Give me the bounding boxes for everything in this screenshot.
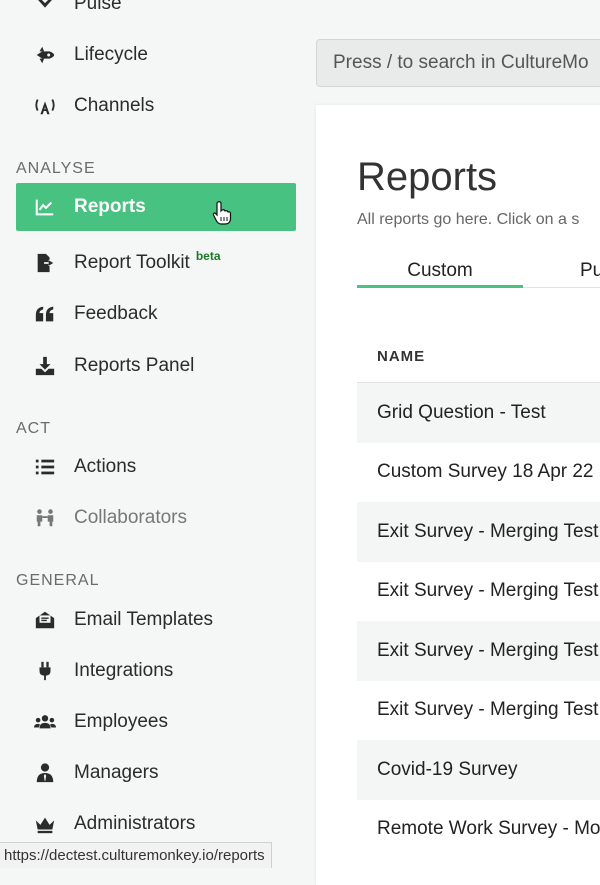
table-row[interactable]: Custom Survey 18 Apr 22 bbox=[357, 442, 600, 502]
plug-icon bbox=[32, 660, 58, 682]
tab-custom[interactable]: Custom bbox=[357, 260, 523, 282]
sidebar-item-reports[interactable]: Reports bbox=[16, 183, 296, 231]
sidebar-item-label: Report Toolkit bbox=[74, 252, 190, 273]
sidebar-item-label: Channels bbox=[74, 95, 155, 116]
table-row[interactable]: Remote Work Survey - Mo bbox=[357, 799, 600, 859]
broadcast-icon bbox=[32, 95, 58, 117]
table-row[interactable]: Exit Survey - Merging Test bbox=[357, 621, 600, 681]
sidebar-item-label: Actions bbox=[74, 456, 137, 477]
email-template-icon bbox=[32, 609, 58, 631]
table-row[interactable]: Grid Question - Test bbox=[357, 383, 600, 443]
sidebar-item-report-toolkit[interactable]: Report Toolkit beta bbox=[16, 239, 296, 287]
list-icon bbox=[32, 456, 58, 478]
file-export-icon bbox=[32, 252, 58, 274]
sidebar-item-reports-panel[interactable]: Reports Panel bbox=[16, 342, 296, 390]
main-panel: Reports All reports go here. Click on a … bbox=[316, 105, 600, 885]
sidebar-item-label: Email Templates bbox=[74, 609, 214, 630]
sidebar-item-label: Employees bbox=[74, 711, 168, 732]
manager-icon bbox=[32, 762, 58, 784]
table-row[interactable]: Exit Survey - Merging Test bbox=[357, 502, 600, 562]
sidebar-item-label: Reports Panel bbox=[74, 355, 195, 376]
tab-published[interactable]: Pu bbox=[580, 260, 600, 282]
sidebar-item-collaborators[interactable]: Collaborators bbox=[16, 494, 296, 542]
sidebar-item-label: Administrators bbox=[74, 813, 196, 834]
sidebar-item-managers[interactable]: Managers bbox=[16, 749, 296, 797]
download-icon bbox=[32, 355, 58, 377]
reports-table: NAME Grid Question - Test Custom Survey … bbox=[357, 330, 600, 859]
sidebar-item-label: Pulse bbox=[74, 0, 122, 14]
quote-icon bbox=[32, 303, 58, 325]
sidebar-item-feedback[interactable]: Feedback bbox=[16, 290, 296, 338]
sidebar-item-channels[interactable]: Channels bbox=[16, 82, 296, 130]
page-title: Reports bbox=[357, 155, 498, 199]
pulse-icon bbox=[32, 0, 58, 15]
sidebar-item-employees[interactable]: Employees bbox=[16, 698, 296, 746]
column-header-name[interactable]: NAME bbox=[357, 330, 600, 383]
sidebar-item-label: Feedback bbox=[74, 303, 158, 324]
sidebar-item-label: Integrations bbox=[74, 660, 174, 681]
sidebar-item-label: Reports bbox=[74, 196, 146, 217]
table-row[interactable]: Covid-19 Survey bbox=[357, 740, 600, 800]
section-title-general: GENERAL bbox=[16, 572, 100, 589]
rocket-icon bbox=[32, 44, 58, 66]
sidebar-item-label: Lifecycle bbox=[74, 44, 148, 65]
sidebar: Pulse Lifecycle Channels ANALYSE Reports… bbox=[0, 0, 310, 867]
sidebar-item-actions[interactable]: Actions bbox=[16, 443, 296, 491]
table-body: Grid Question - Test Custom Survey 18 Ap… bbox=[357, 383, 600, 859]
chart-line-icon bbox=[32, 196, 58, 218]
table-row[interactable]: Exit Survey - Merging Test bbox=[357, 680, 600, 740]
sidebar-item-pulse[interactable]: Pulse bbox=[16, 0, 296, 28]
sidebar-item-email-templates[interactable]: Email Templates bbox=[16, 596, 296, 644]
section-title-act: ACT bbox=[16, 420, 51, 437]
sidebar-item-administrators[interactable]: Administrators bbox=[16, 800, 296, 848]
sidebar-item-label: Managers bbox=[74, 762, 159, 783]
active-tab-indicator bbox=[357, 285, 523, 288]
page-subtitle: All reports go here. Click on a s bbox=[357, 211, 580, 228]
sidebar-item-lifecycle[interactable]: Lifecycle bbox=[16, 31, 296, 79]
section-title-analyse: ANALYSE bbox=[16, 160, 96, 177]
table-row[interactable]: Exit Survey - Merging Test bbox=[357, 561, 600, 621]
status-bar-url: https://dectest.culturemonkey.io/reports bbox=[0, 842, 272, 868]
hand-pointer-cursor-icon bbox=[212, 200, 232, 231]
search-input[interactable]: Press / to search in CultureMo bbox=[316, 39, 600, 87]
users-icon bbox=[32, 711, 58, 733]
crown-icon bbox=[32, 813, 58, 835]
sidebar-item-label: Collaborators bbox=[74, 507, 187, 528]
sidebar-item-integrations[interactable]: Integrations bbox=[16, 647, 296, 695]
beta-badge: beta bbox=[195, 249, 221, 263]
collaborators-icon bbox=[32, 507, 58, 529]
